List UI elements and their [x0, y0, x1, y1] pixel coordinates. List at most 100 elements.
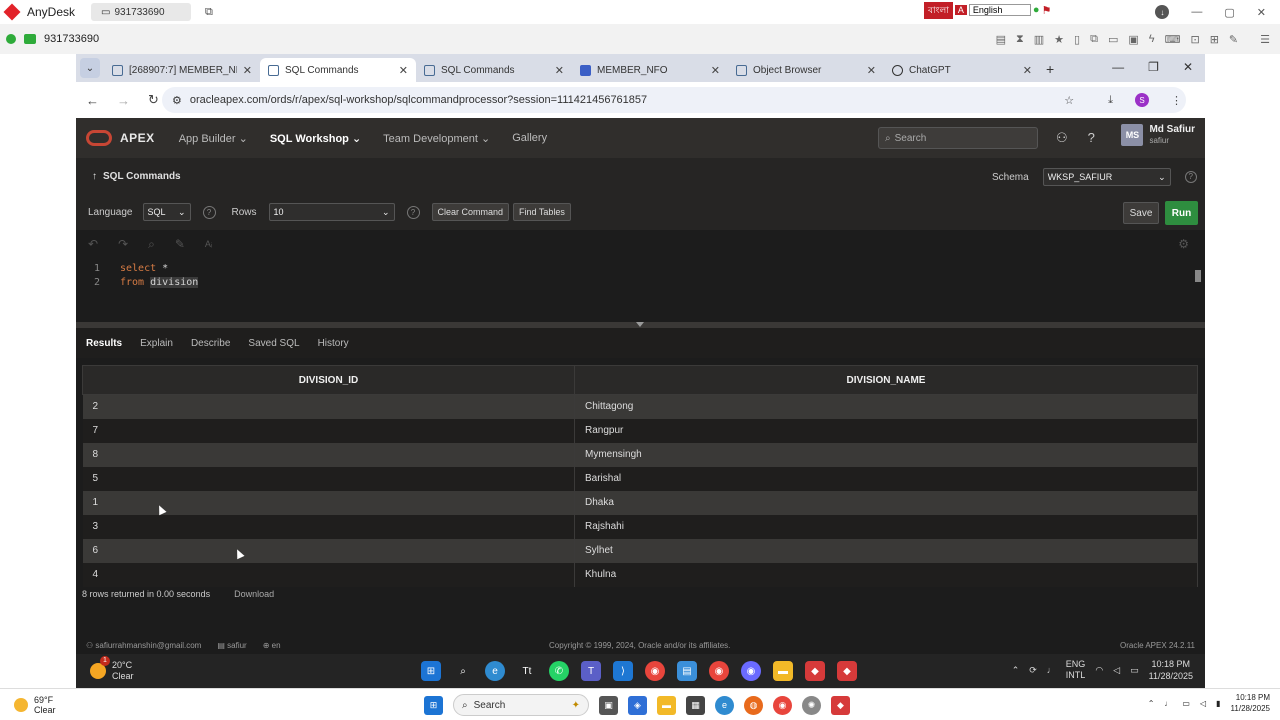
search-icon[interactable]: ⌕: [453, 661, 473, 681]
menu-icon[interactable]: ☰: [1260, 33, 1270, 46]
editor-scrollbar[interactable]: [1195, 270, 1201, 282]
site-info-icon[interactable]: ⚙: [172, 94, 182, 107]
tab-close-icon[interactable]: ✕: [867, 64, 876, 77]
local-weather-widget[interactable]: 69°F Clear: [14, 695, 56, 715]
downloads-icon[interactable]: ⤓: [1108, 94, 1113, 107]
anydesk-taskbar-icon-2[interactable]: ◆: [837, 661, 857, 681]
store-icon[interactable]: ▦: [686, 695, 705, 715]
edge-icon[interactable]: e: [485, 661, 505, 681]
bengali-language-button[interactable]: বাংলা: [924, 1, 953, 19]
forward-arrow-icon[interactable]: →: [117, 93, 130, 108]
schema-help-icon[interactable]: ?: [1184, 171, 1197, 183]
browser-restore-icon[interactable]: ❐: [1148, 60, 1159, 74]
undo-icon[interactable]: ↶: [88, 237, 98, 251]
column-header-division-id[interactable]: DIVISION_ID: [82, 365, 575, 395]
results-tab[interactable]: Results: [86, 338, 122, 349]
nav-item[interactable]: App Builder ⌄: [179, 132, 248, 145]
results-tab[interactable]: Saved SQL: [248, 338, 299, 349]
profile-avatar[interactable]: S: [1135, 93, 1149, 107]
browser-tab[interactable]: ChatGPT ✕: [884, 58, 1040, 82]
chatgpt-icon[interactable]: ✺: [802, 695, 821, 715]
sync-icon[interactable]: ⟳: [1029, 665, 1037, 676]
nav-item[interactable]: Team Development ⌄: [383, 132, 490, 145]
nav-item[interactable]: SQL Workshop ⌄: [270, 132, 361, 145]
record-icon[interactable]: ⊡: [1190, 33, 1199, 46]
teams-icon[interactable]: T: [581, 661, 601, 681]
help-icon[interactable]: ?: [1088, 130, 1095, 146]
close-icon[interactable]: ✕: [1257, 6, 1266, 19]
windows-start-icon[interactable]: ⊞: [421, 661, 441, 681]
pen-icon[interactable]: ✎: [1229, 33, 1238, 46]
green-globe-icon[interactable]: ●: [1033, 4, 1040, 16]
remote-clock[interactable]: 10:18 PM 11/28/2025: [1149, 658, 1193, 682]
tab-close-icon[interactable]: ✕: [243, 64, 252, 77]
doc-icon[interactable]: ▯: [1074, 33, 1080, 46]
lightning-icon[interactable]: ϟ: [1149, 33, 1155, 46]
browser-close-icon[interactable]: ✕: [1183, 60, 1193, 74]
rows-help-icon[interactable]: ?: [406, 205, 420, 219]
download-circle-icon[interactable]: ↓: [1155, 5, 1170, 19]
input-language[interactable]: ENG INTL: [1066, 659, 1086, 681]
anydesk-session-tab[interactable]: ▭ 931733690: [91, 3, 192, 21]
screenshot-icon[interactable]: ⊞: [1210, 33, 1219, 46]
remote-weather-widget[interactable]: 20°C Clear: [90, 660, 134, 682]
footer-workspace[interactable]: ▤ safiur: [217, 641, 246, 650]
find-icon[interactable]: ⌕: [148, 237, 155, 252]
url-text[interactable]: oracleapex.com/ords/r/apex/sql-workshop/…: [190, 94, 647, 106]
local-clock[interactable]: 10:18 PM 11/28/2025: [1231, 692, 1270, 714]
tab-close-icon[interactable]: ✕: [555, 64, 564, 77]
footer-language[interactable]: ⊕ en: [263, 641, 281, 650]
remote-monitor-icon[interactable]: [24, 34, 36, 44]
tab-close-icon[interactable]: ✕: [1023, 64, 1032, 77]
bookmark-star-icon[interactable]: ☆: [1064, 94, 1074, 107]
mic-icon[interactable]: ♩: [1164, 699, 1172, 708]
browser-tab[interactable]: [268907:7] MEMBER_NFO ✕: [104, 58, 260, 82]
volume-icon[interactable]: ◁: [1113, 665, 1120, 676]
maximize-icon[interactable]: ▢: [1224, 6, 1234, 19]
windows-start-icon[interactable]: ⊞: [424, 695, 443, 715]
browser-tab[interactable]: Object Browser ✕: [728, 58, 884, 82]
redo-icon[interactable]: ↷: [118, 237, 128, 251]
team-icon[interactable]: ⚇: [1056, 130, 1068, 146]
display-icon[interactable]: ▭: [1182, 699, 1190, 708]
column-header-division-name[interactable]: DIVISION_NAME: [574, 365, 1198, 395]
nav-item[interactable]: Gallery: [512, 132, 547, 145]
wifi-icon[interactable]: ◠: [1095, 665, 1103, 676]
tab-close-icon[interactable]: ✕: [711, 64, 720, 77]
anydesk-taskbar-icon[interactable]: ◆: [805, 661, 825, 681]
task-view-icon[interactable]: ▣: [599, 695, 618, 715]
chrome-icon[interactable]: ◉: [645, 661, 665, 681]
chrome-active-icon[interactable]: ◉: [741, 661, 761, 681]
tray-chevron-icon[interactable]: ⌃: [1148, 699, 1155, 708]
reload-icon[interactable]: ↻: [148, 92, 159, 108]
files-icon[interactable]: ▥: [1034, 33, 1044, 46]
taskbar-search[interactable]: ⌕ Search ✦: [453, 694, 589, 716]
flag-icon[interactable]: ⚑: [1041, 4, 1051, 17]
chat-icon[interactable]: ▤: [996, 33, 1006, 46]
copilot-icon[interactable]: ◈: [628, 695, 647, 715]
bookmark-star-icon[interactable]: ★: [1054, 33, 1064, 46]
adobe-icon[interactable]: A: [954, 5, 967, 15]
back-arrow-icon[interactable]: ←: [86, 93, 99, 108]
keyboard-icon[interactable]: ⌨: [1165, 33, 1181, 46]
new-tab-plus-icon[interactable]: +: [1046, 61, 1054, 77]
results-tab[interactable]: Describe: [191, 338, 230, 349]
file-explorer-icon[interactable]: ▬: [657, 695, 676, 715]
english-language-select[interactable]: English: [968, 4, 1031, 16]
view-icon[interactable]: ⧉: [1090, 33, 1098, 46]
apex-search-input[interactable]: ⌕ Search: [878, 127, 1038, 149]
browser-tab[interactable]: SQL Commands ✕: [260, 58, 416, 82]
screen-share-icon[interactable]: ⧉: [205, 6, 213, 19]
save-button[interactable]: Save: [1123, 202, 1159, 224]
chat-app-icon[interactable]: ▤: [677, 661, 697, 681]
format-wand-icon[interactable]: ✎: [175, 237, 185, 251]
tray-chevron-icon[interactable]: ⌃: [1012, 665, 1020, 676]
breadcrumb[interactable]: ↑ SQL Commands: [92, 171, 181, 182]
language-select[interactable]: SQL ⌄: [142, 203, 191, 221]
display-icon[interactable]: ▭: [1108, 33, 1118, 46]
editor-settings-gear-icon[interactable]: ⚙: [1178, 237, 1189, 251]
anydesk-icon[interactable]: ◆: [831, 695, 850, 715]
chrome-icon[interactable]: ◉: [773, 695, 792, 715]
schema-select[interactable]: WKSP_SAFIUR ⌄: [1042, 168, 1171, 186]
tab-close-icon[interactable]: ✕: [399, 64, 408, 77]
